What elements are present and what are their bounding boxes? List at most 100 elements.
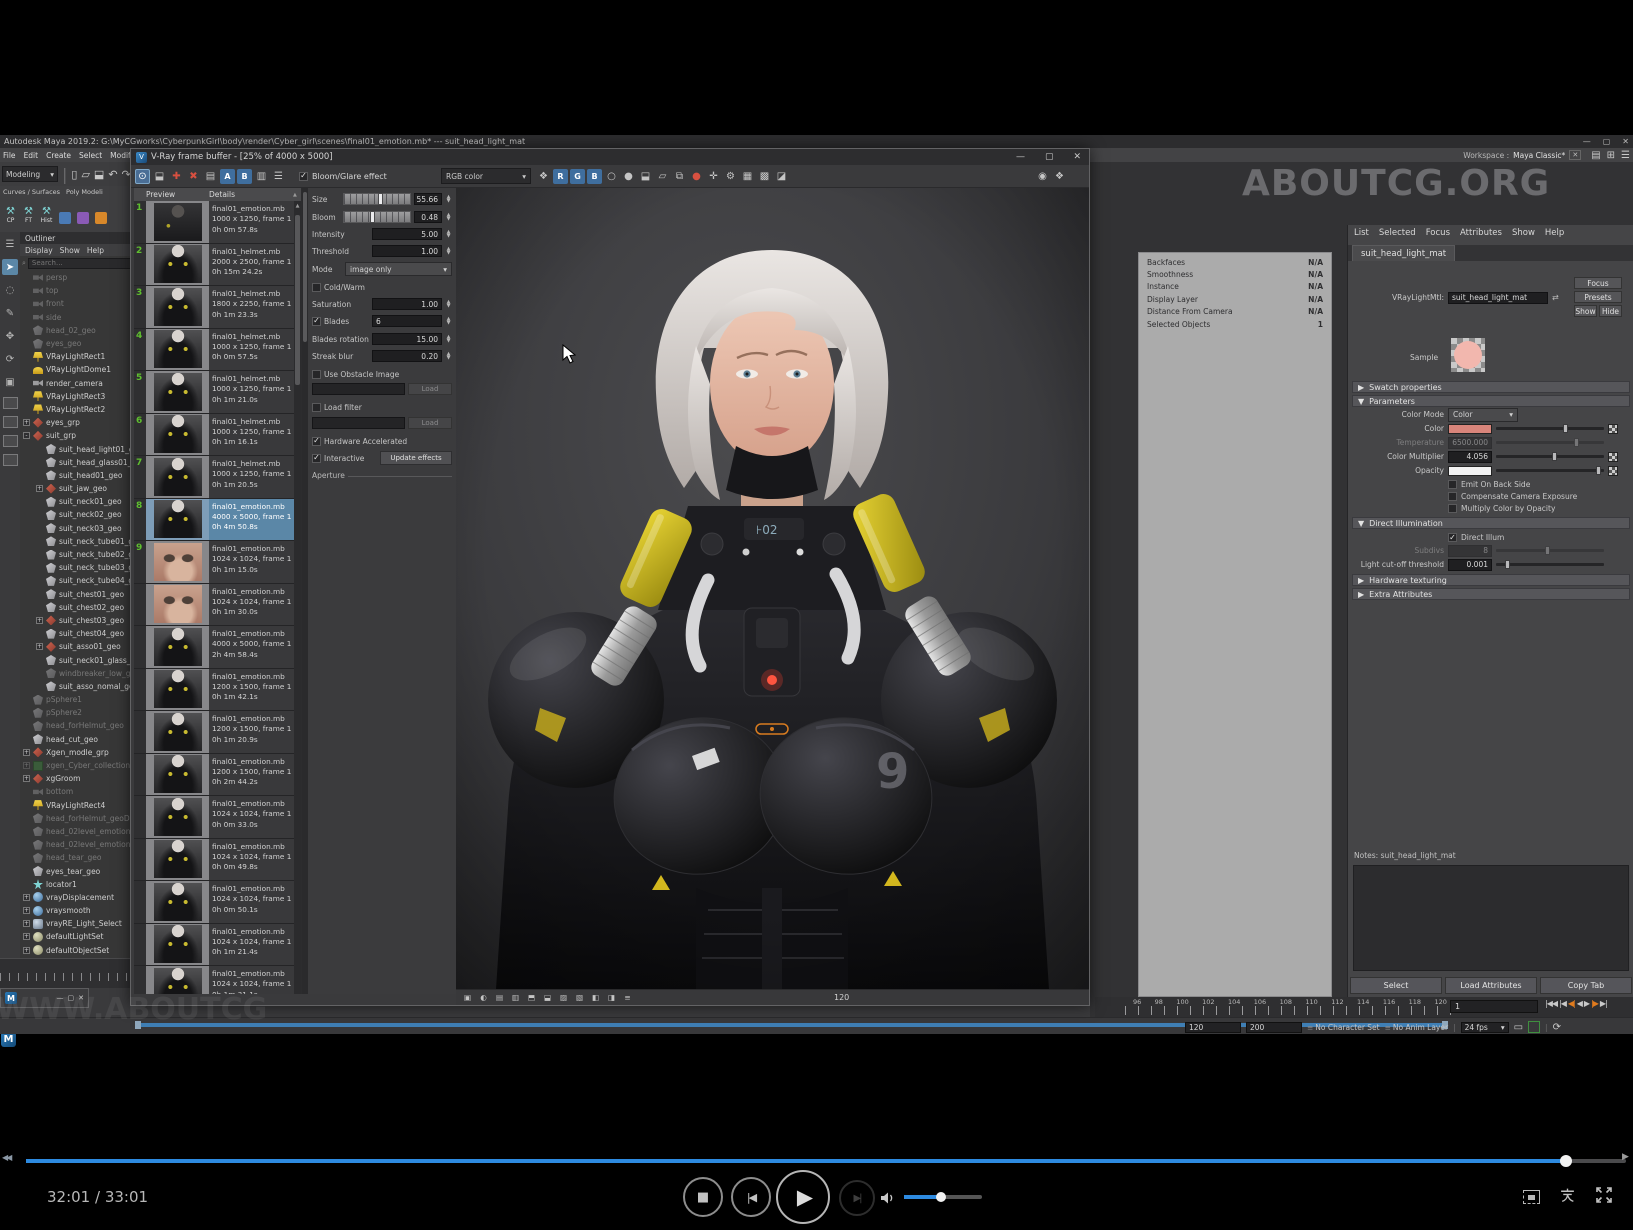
track-mouse-icon[interactable]: ✛ xyxy=(706,169,721,184)
expand-toggle-icon[interactable]: + xyxy=(23,907,30,914)
aa-icon[interactable]: ▨ xyxy=(558,992,569,1003)
outliner-item[interactable]: + vrayDisplacement xyxy=(20,891,131,904)
streak-blur-field[interactable]: 0.20 xyxy=(372,350,442,362)
vfb-maximize-icon[interactable]: ▢ xyxy=(1045,152,1054,162)
outliner-item[interactable]: suit_neck01_glass_ge xyxy=(20,653,131,666)
lens-scrollbar[interactable] xyxy=(302,188,308,994)
previous-button[interactable]: |◀ xyxy=(731,1177,771,1217)
outliner-item[interactable]: suit_neck03_geo xyxy=(20,522,131,535)
swap-node-icon[interactable]: ⇄ xyxy=(1552,293,1559,302)
range-end-field[interactable]: 120 xyxy=(1185,1022,1241,1033)
shelf-hist-icon[interactable]: ⚒Hist xyxy=(39,200,54,224)
volume-slider[interactable] xyxy=(904,1195,982,1199)
filter-path-field[interactable] xyxy=(312,417,405,429)
outliner-item[interactable]: + suit_chest03_geo xyxy=(20,614,131,627)
bloom-glare-checkbox[interactable] xyxy=(299,172,308,181)
section-direct-illumination[interactable]: ▼Direct Illumination xyxy=(1352,517,1630,529)
pip-icon[interactable] xyxy=(1523,1190,1540,1204)
toolbox-menu-icon[interactable]: ☰ xyxy=(2,236,18,252)
section-extra-attributes[interactable]: ▶Extra Attributes xyxy=(1352,588,1630,600)
attr-footer-button[interactable]: Load Attributes xyxy=(1445,977,1537,994)
step-back-frame-button[interactable]: |◀ xyxy=(1559,999,1566,1008)
final01_helmet.mb[interactable]: 2 final01_helmet.mb2000 x 2500, frame 10… xyxy=(134,244,301,287)
outliner-item[interactable]: windbreaker_low_ge xyxy=(20,667,131,680)
outliner-item[interactable]: suit_neck_tube03_ge xyxy=(20,561,131,574)
outliner-item[interactable]: head_forHelmut_geo xyxy=(20,719,131,732)
outliner-item[interactable]: top xyxy=(20,284,131,297)
expand-toggle-icon[interactable]: + xyxy=(23,933,30,940)
outliner-search-input[interactable] xyxy=(28,258,132,269)
outliner-item[interactable]: suit_head01_geo xyxy=(20,469,131,482)
attr-menu-item[interactable]: Attributes xyxy=(1460,228,1502,238)
outliner-item[interactable]: VRayLightRect1 xyxy=(20,350,131,363)
outliner-item[interactable]: pSphere1 xyxy=(20,693,131,706)
scale-tool-icon[interactable]: ▣ xyxy=(2,374,18,390)
expand-toggle-icon[interactable]: + xyxy=(23,947,30,954)
final01_emotion.mb[interactable]: final01_emotion.mb1200 x 1500, frame 10h… xyxy=(134,669,301,712)
playback-options-icon[interactable]: ▭ xyxy=(1514,1022,1523,1033)
next-button[interactable]: ▶| xyxy=(839,1180,875,1216)
render-region-icon[interactable]: ⊙ xyxy=(135,169,150,184)
half2-icon[interactable]: ⬓ xyxy=(542,992,553,1003)
shelf-cp-icon[interactable]: ⚒CP xyxy=(3,200,18,224)
time-slider[interactable]: 9698100102104106108110112114116118120 1 … xyxy=(1095,997,1633,1017)
blue-channel-icon[interactable]: B xyxy=(587,169,602,184)
final01_helmet.mb[interactable]: 5 final01_helmet.mb1000 x 1250, frame 10… xyxy=(134,371,301,414)
intensity-field[interactable]: 5.00 xyxy=(372,228,442,240)
expand-toggle-icon[interactable]: + xyxy=(23,762,30,769)
seek-handle[interactable] xyxy=(1560,1155,1572,1167)
layers-icon[interactable]: ▤ xyxy=(203,169,218,184)
attr-menu-item[interactable]: List xyxy=(1354,228,1369,238)
outliner-item[interactable]: VRayLightRect2 xyxy=(20,403,131,416)
anim-prefs-icon[interactable]: ⟳ xyxy=(1553,1022,1561,1033)
mono-channel-icon[interactable]: ● xyxy=(621,169,636,184)
final01_emotion.mb[interactable]: final01_emotion.mb1024 x 1024, frame 10h… xyxy=(134,796,301,839)
half-icon[interactable]: ⬒ xyxy=(526,992,537,1003)
outliner-item[interactable]: + xgen_Cyber_collection xyxy=(20,759,131,772)
attr-footer-button[interactable]: Copy Tab xyxy=(1540,977,1632,994)
menu-item[interactable]: Select xyxy=(79,151,102,160)
shelf-ft-icon[interactable]: ⚒FT xyxy=(21,200,36,224)
final01_emotion.mb[interactable]: final01_emotion.mb1024 x 1024, frame 10h… xyxy=(134,881,301,924)
final01_emotion.mb[interactable]: 1 final01_emotion.mb1000 x 1250, frame 1… xyxy=(134,201,301,244)
outliner-item[interactable]: eyes_tear_geo xyxy=(20,864,131,877)
final01_emotion.mb[interactable]: final01_emotion.mb4000 x 5000, frame 12h… xyxy=(134,626,301,669)
subdivs-field[interactable]: 8 xyxy=(1448,545,1492,557)
outliner-item[interactable]: suit_asso_nomal_geo xyxy=(20,680,131,693)
clear-image-icon[interactable]: ✖ xyxy=(186,169,201,184)
opacity-swatch[interactable] xyxy=(1448,466,1492,476)
expand-toggle-icon[interactable]: + xyxy=(36,643,43,650)
play-forwards-button[interactable]: ▶ xyxy=(1584,999,1589,1008)
expand-toggle-icon[interactable]: + xyxy=(23,894,30,901)
maximize-icon[interactable]: ▢ xyxy=(1603,137,1611,146)
expand-toggle-icon[interactable]: + xyxy=(23,920,30,927)
size-field[interactable]: 55.66 xyxy=(414,193,442,205)
history-scrollbar[interactable]: ▲ xyxy=(294,201,301,994)
color-swatch[interactable] xyxy=(1448,424,1492,434)
workspace-select[interactable]: Maya Classic* xyxy=(1513,151,1565,160)
obstacle-path-field[interactable] xyxy=(312,383,405,395)
clipboard-icon[interactable]: ⧉ xyxy=(672,169,687,184)
vfb-minimize-icon[interactable]: — xyxy=(1016,152,1025,162)
seek-next-icon[interactable]: ▶ xyxy=(1622,1152,1629,1162)
exposure-icon[interactable]: ◐ xyxy=(478,992,489,1003)
cold-warm-checkbox[interactable] xyxy=(312,283,321,292)
bb-icon[interactable]: ▧ xyxy=(574,992,585,1003)
layout-split-icon[interactable] xyxy=(3,435,18,447)
opacity-texture-button[interactable] xyxy=(1608,466,1618,476)
menu-item[interactable]: Create xyxy=(46,151,71,160)
outliner-item[interactable]: suit_neck_tube01_ge xyxy=(20,535,131,548)
outliner-item[interactable]: VRayLightRect4 xyxy=(20,799,131,812)
new-scene-icon[interactable]: ▯ xyxy=(71,167,77,181)
filter-load-button[interactable]: Load xyxy=(408,417,452,429)
size-slider[interactable] xyxy=(343,193,411,205)
expand-toggle-icon[interactable]: + xyxy=(23,749,30,756)
menu-item[interactable]: File xyxy=(3,151,16,160)
final01_emotion.mb[interactable]: final01_emotion.mb1024 x 1024, frame 10h… xyxy=(134,966,301,994)
expand-toggle-icon[interactable]: + xyxy=(23,419,30,426)
outliner-item[interactable]: head_02_geo xyxy=(20,324,131,337)
outliner-item[interactable]: head_cut_geo xyxy=(20,733,131,746)
vfb-menu-icon[interactable]: ☰ xyxy=(271,169,286,184)
final01_emotion.mb[interactable]: 9 final01_emotion.mb1024 x 1024, frame 1… xyxy=(134,541,301,584)
step-forward-key-button[interactable]: |▶ xyxy=(1591,999,1598,1008)
